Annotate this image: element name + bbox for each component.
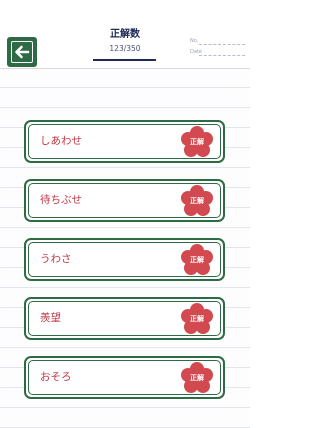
- correct-label: 正解: [190, 315, 204, 323]
- answer-word: しあわせ: [40, 135, 82, 147]
- correct-label: 正解: [190, 256, 204, 264]
- page-title: 正解数: [110, 29, 140, 40]
- correct-badge: 正解: [180, 184, 214, 218]
- score-header: 正解数 123/350: [85, 29, 165, 54]
- correct-count: 123/350: [109, 44, 141, 53]
- notebook-page: 正解数 123/350 No. Date しあわせ 正解 待ちぶせ 正解 うわさ…: [0, 0, 250, 428]
- arrow-left-icon: [15, 45, 30, 59]
- correct-label: 正解: [190, 138, 204, 146]
- correct-badge: 正解: [180, 361, 214, 395]
- back-button[interactable]: [7, 37, 37, 67]
- answer-card[interactable]: 待ちぶせ 正解: [24, 179, 225, 222]
- answer-card[interactable]: 羨望 正解: [24, 297, 225, 340]
- answer-word: おそろ: [40, 371, 72, 383]
- answer-word: 待ちぶせ: [40, 194, 82, 206]
- answer-word: うわさ: [40, 253, 72, 265]
- answer-card[interactable]: おそろ 正解: [24, 356, 225, 399]
- no-label: No.: [190, 38, 199, 44]
- header: 正解数 123/350 No. Date: [0, 0, 250, 69]
- no-line: [199, 44, 245, 45]
- date-line: [199, 55, 245, 56]
- answer-card[interactable]: しあわせ 正解: [24, 120, 225, 163]
- correct-label: 正解: [190, 374, 204, 382]
- correct-badge: 正解: [180, 125, 214, 159]
- correct-label: 正解: [190, 197, 204, 205]
- answer-word: 羨望: [40, 312, 61, 324]
- title-underline: [93, 59, 156, 61]
- answer-card[interactable]: うわさ 正解: [24, 238, 225, 281]
- correct-badge: 正解: [180, 243, 214, 277]
- correct-badge: 正解: [180, 302, 214, 336]
